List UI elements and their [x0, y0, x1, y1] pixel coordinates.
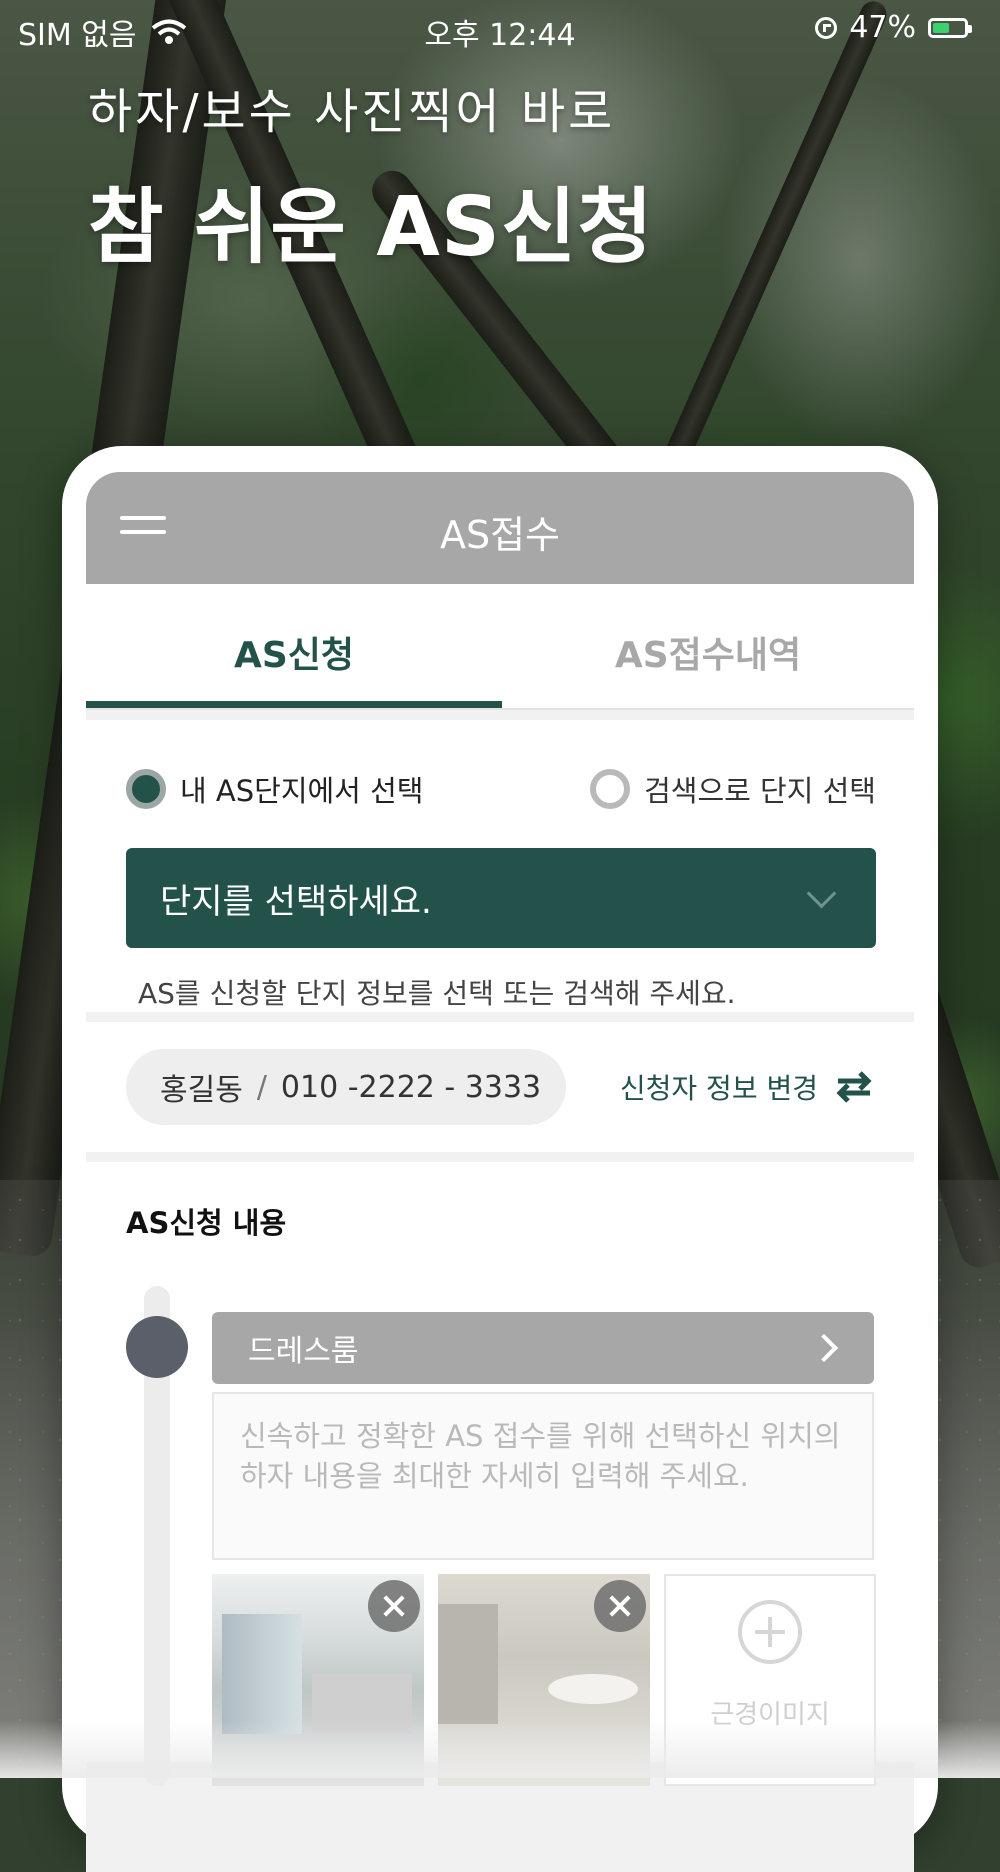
- radio-my-site-label: 내 AS단지에서 선택: [180, 774, 424, 808]
- bottom-fade: [0, 1720, 1000, 1778]
- site-dropdown-value: 단지를 선택하세요.: [160, 881, 432, 922]
- applicant-info: 홍길동 / 010 -2222 - 3333: [126, 1049, 566, 1125]
- remove-photo-icon[interactable]: [594, 1580, 646, 1632]
- remove-photo-icon[interactable]: [368, 1580, 420, 1632]
- battery-icon: [928, 17, 972, 38]
- swap-icon: [836, 1071, 872, 1103]
- radio-unselected-icon: [590, 769, 631, 809]
- tab-bar: AS신청 AS접수내역: [86, 584, 914, 710]
- battery-percent: 47%: [849, 10, 916, 45]
- app-header: AS접수: [86, 472, 914, 584]
- radio-search-site-label: 검색으로 단지 선택: [644, 774, 876, 808]
- memo-placeholder-line1: 신속하고 정확한 AS 접수를 위해 선택하신 위치의: [240, 1419, 841, 1453]
- change-applicant-label: 신청자 정보 변경: [619, 1072, 818, 1105]
- tab-as-history[interactable]: AS접수내역: [502, 584, 914, 708]
- app-screen: AS접수 AS신청 AS접수내역 내 AS단지에서 선택 검색으로 단지 선택 …: [86, 472, 914, 1872]
- promo-headline: 하자/보수 사진찍어 바로 참 쉬운 AS신청: [88, 72, 654, 279]
- applicant-section: 홍길동 / 010 -2222 - 3333 신청자 정보 변경: [86, 1022, 914, 1152]
- defect-description-input[interactable]: 신속하고 정확한 AS 접수를 위해 선택하신 위치의 하자 내용을 최대한 자…: [212, 1392, 874, 1560]
- as-content-section: AS신청 내용 드레스룸 신속하고 정확한 AS 접수를 위해 선택하신 위치의…: [86, 1162, 914, 1786]
- memo-placeholder-line2: 하자 내용을 최대한 자세히 입력해 주세요.: [240, 1459, 749, 1493]
- phone-mockup: AS접수 AS신청 AS접수내역 내 AS단지에서 선택 검색으로 단지 선택 …: [62, 446, 938, 1872]
- chevron-right-icon: [809, 1333, 839, 1363]
- tab-as-request[interactable]: AS신청: [86, 584, 502, 708]
- site-dropdown[interactable]: 단지를 선택하세요.: [126, 848, 876, 948]
- applicant-name: 홍길동: [160, 1073, 243, 1108]
- radio-selected-icon: [126, 769, 166, 809]
- site-help-text: AS를 신청할 단지 정보를 선택 또는 검색해 주세요.: [138, 977, 736, 1010]
- content-section-title: AS신청 내용: [126, 1206, 287, 1240]
- site-select-section: 내 AS단지에서 선택 검색으로 단지 선택 단지를 선택하세요. AS를 신청…: [86, 720, 914, 1012]
- change-applicant-button[interactable]: 신청자 정보 변경: [620, 1067, 874, 1107]
- radio-search-site[interactable]: 검색으로 단지 선택: [590, 768, 876, 810]
- add-icon: [738, 1599, 802, 1664]
- headline-title: 참 쉬운 AS신청: [88, 180, 654, 275]
- headline-subtitle: 하자/보수 사진찍어 바로: [88, 84, 616, 140]
- applicant-separator: /: [256, 1069, 267, 1105]
- applicant-phone: 010 -2222 - 3333: [280, 1069, 542, 1105]
- orientation-lock-icon: [815, 16, 838, 39]
- status-bar: SIM 없음 오후 12:44 47%: [0, 0, 1000, 58]
- location-selector[interactable]: 드레스룸: [212, 1312, 874, 1384]
- header-title: AS접수: [439, 513, 561, 557]
- chevron-down-icon: [806, 878, 837, 908]
- timeline-step-dot: [126, 1316, 188, 1378]
- location-label: 드레스룸: [248, 1334, 359, 1369]
- radio-my-site[interactable]: 내 AS단지에서 선택: [126, 768, 423, 810]
